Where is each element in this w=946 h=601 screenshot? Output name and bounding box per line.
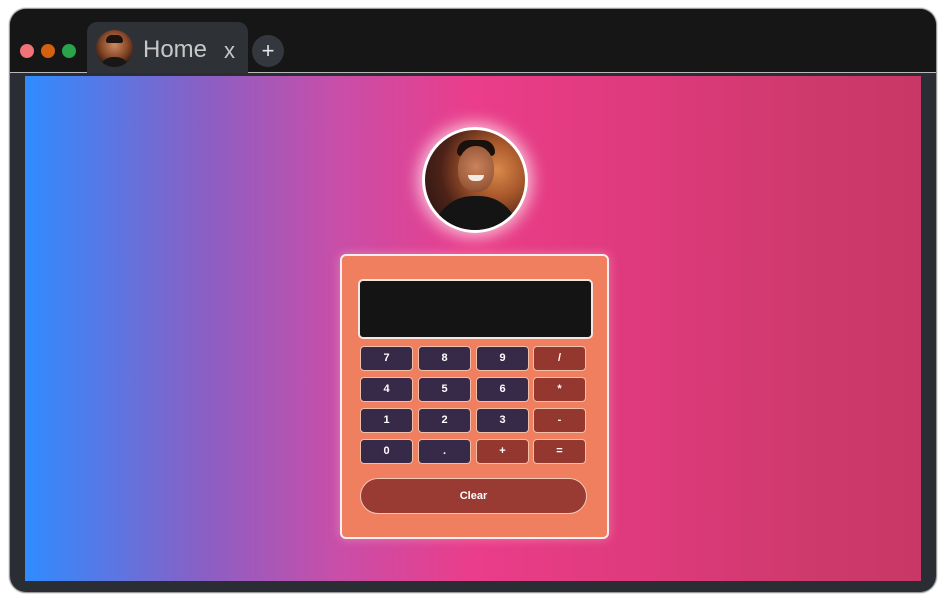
- tab-home[interactable]: Home x: [87, 22, 248, 73]
- tab-close-button[interactable]: x: [224, 39, 235, 63]
- key-3[interactable]: 3: [476, 408, 529, 433]
- key-multiply[interactable]: *: [533, 377, 586, 402]
- key-9[interactable]: 9: [476, 346, 529, 371]
- key-8[interactable]: 8: [418, 346, 471, 371]
- key-1[interactable]: 1: [360, 408, 413, 433]
- minimize-window-icon[interactable]: [41, 44, 55, 58]
- browser-titlebar: Home x +: [10, 9, 936, 73]
- key-2[interactable]: 2: [418, 408, 471, 433]
- key-decimal[interactable]: .: [418, 439, 471, 464]
- clear-button[interactable]: Clear: [360, 478, 587, 514]
- key-add[interactable]: +: [476, 439, 529, 464]
- maximize-window-icon[interactable]: [62, 44, 76, 58]
- tab-favicon-avatar: [96, 30, 133, 67]
- calculator: 7 8 9 / 4 5 6 * 1 2 3 - 0 . + = Clear: [340, 254, 609, 539]
- key-subtract[interactable]: -: [533, 408, 586, 433]
- tab-title: Home: [143, 36, 208, 63]
- key-6[interactable]: 6: [476, 377, 529, 402]
- key-5[interactable]: 5: [418, 377, 471, 402]
- page-viewport: 7 8 9 / 4 5 6 * 1 2 3 - 0 . + = Clear: [25, 76, 921, 581]
- key-0[interactable]: 0: [360, 439, 413, 464]
- calculator-display[interactable]: [358, 279, 593, 339]
- new-tab-button[interactable]: +: [252, 35, 284, 67]
- close-window-icon[interactable]: [20, 44, 34, 58]
- profile-avatar: [422, 127, 528, 233]
- browser-window: Home x + 7 8 9 / 4 5 6 * 1 2 3 - 0 . + =…: [10, 9, 936, 592]
- key-4[interactable]: 4: [360, 377, 413, 402]
- key-7[interactable]: 7: [360, 346, 413, 371]
- calculator-keypad: 7 8 9 / 4 5 6 * 1 2 3 - 0 . + =: [360, 346, 589, 467]
- key-divide[interactable]: /: [533, 346, 586, 371]
- key-equals[interactable]: =: [533, 439, 586, 464]
